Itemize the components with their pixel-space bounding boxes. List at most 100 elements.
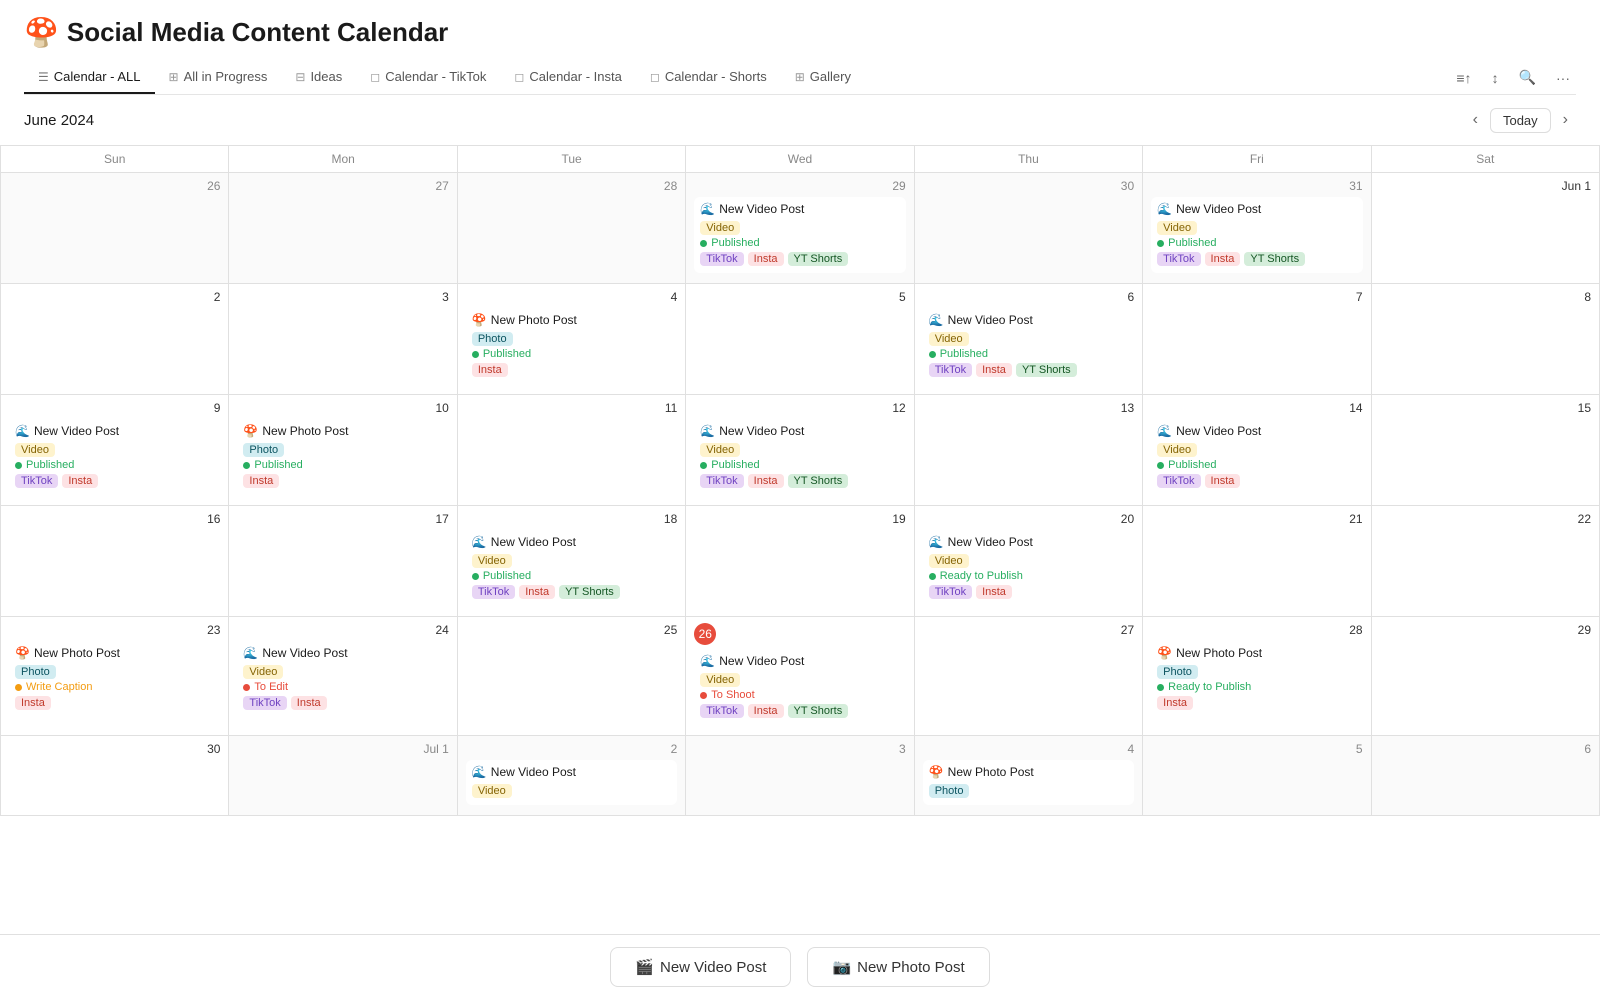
event-card-5-4-0[interactable]: 🍄 New Photo PostPhoto — [923, 760, 1134, 805]
platform-tag-tiktok: TikTok — [1157, 474, 1200, 488]
calendar-cell-3-5[interactable]: 21 — [1143, 506, 1371, 617]
status-dot — [472, 573, 479, 580]
today-button[interactable]: Today — [1490, 108, 1551, 133]
calendar-cell-2-1[interactable]: 10🍄 New Photo PostPhotoPublishedInsta — [229, 395, 457, 506]
tab-all-in-progress[interactable]: ⊞ All in Progress — [155, 61, 282, 94]
calendar-cell-4-2[interactable]: 25 — [458, 617, 686, 736]
next-month-button[interactable]: › — [1555, 107, 1576, 133]
event-card-4-0-0[interactable]: 🍄 New Photo PostPhotoWrite CaptionInsta — [9, 641, 220, 717]
calendar-cell-2-5[interactable]: 14🌊 New Video PostVideoPublishedTikTokIn… — [1143, 395, 1371, 506]
calendar-cell-5-2[interactable]: 2🌊 New Video PostVideo — [458, 736, 686, 816]
calendar-cell-5-1[interactable]: Jul 1 — [229, 736, 457, 816]
calendar-cell-1-1[interactable]: 3 — [229, 284, 457, 395]
event-title: 🌊 New Video Post — [700, 202, 899, 216]
calendar-cell-5-4[interactable]: 4🍄 New Photo PostPhoto — [915, 736, 1143, 816]
platform-tag-yt-shorts: YT Shorts — [559, 585, 620, 599]
event-card-2-0-0[interactable]: 🌊 New Video PostVideoPublishedTikTokInst… — [9, 419, 220, 495]
calendar-cell-0-4[interactable]: 30 — [915, 173, 1143, 284]
status-dot — [15, 462, 22, 469]
calendar-cell-2-2[interactable]: 11 — [458, 395, 686, 506]
tab-calendar-all[interactable]: ☰ Calendar - ALL — [24, 61, 155, 94]
calendar-grid: Sun Mon Tue Wed Thu Fri Sat 26272829🌊 Ne… — [0, 145, 1600, 816]
platform-tag-yt-shorts: YT Shorts — [1016, 363, 1077, 377]
calendar-cell-0-5[interactable]: 31🌊 New Video PostVideoPublishedTikTokIn… — [1143, 173, 1371, 284]
calendar-cell-4-3[interactable]: 26🌊 New Video PostVideoTo ShootTikTokIns… — [686, 617, 914, 736]
calendar-cell-3-0[interactable]: 16 — [1, 506, 229, 617]
status-text: Published — [26, 459, 74, 471]
calendar-cell-0-6[interactable]: Jun 1 — [1372, 173, 1600, 284]
calendar-cell-5-3[interactable]: 3 — [686, 736, 914, 816]
calendar-cell-3-2[interactable]: 18🌊 New Video PostVideoPublishedTikTokIn… — [458, 506, 686, 617]
event-type-tag: Photo — [15, 663, 214, 681]
tab-calendar-tiktok[interactable]: ◻ Calendar - TikTok — [356, 61, 500, 94]
event-card-3-2-0[interactable]: 🌊 New Video PostVideoPublishedTikTokInst… — [466, 530, 677, 606]
calendar-cell-1-0[interactable]: 2 — [1, 284, 229, 395]
calendar-cell-0-0[interactable]: 26 — [1, 173, 229, 284]
status-text: Published — [711, 459, 759, 471]
prev-month-button[interactable]: ‹ — [1465, 107, 1486, 133]
day-number: 27 — [923, 623, 1134, 637]
calendar-cell-1-3[interactable]: 5 — [686, 284, 914, 395]
event-card-0-5-0[interactable]: 🌊 New Video PostVideoPublishedTikTokInst… — [1151, 197, 1362, 273]
calendar-cell-0-3[interactable]: 29🌊 New Video PostVideoPublishedTikTokIn… — [686, 173, 914, 284]
calendar-cell-5-0[interactable]: 30 — [1, 736, 229, 816]
calendar-cell-1-6[interactable]: 8 — [1372, 284, 1600, 395]
event-card-0-3-0[interactable]: 🌊 New Video PostVideoPublishedTikTokInst… — [694, 197, 905, 273]
search-button[interactable]: 🔍 — [1513, 65, 1542, 90]
calendar-cell-3-4[interactable]: 20🌊 New Video PostVideoReady to PublishT… — [915, 506, 1143, 617]
tab-ideas[interactable]: ⊟ Ideas — [281, 61, 356, 94]
tab-calendar-insta[interactable]: ◻ Calendar - Insta — [500, 61, 635, 94]
tab-gallery[interactable]: ⊞ Gallery — [781, 61, 865, 94]
calendar-cell-4-6[interactable]: 29 — [1372, 617, 1600, 736]
calendar-cell-2-3[interactable]: 12🌊 New Video PostVideoPublishedTikTokIn… — [686, 395, 914, 506]
event-card-1-2-0[interactable]: 🍄 New Photo PostPhotoPublishedInsta — [466, 308, 677, 384]
event-card-2-5-0[interactable]: 🌊 New Video PostVideoPublishedTikTokInst… — [1151, 419, 1362, 495]
more-options-button[interactable]: ··· — [1550, 66, 1576, 90]
event-card-3-4-0[interactable]: 🌊 New Video PostVideoReady to PublishTik… — [923, 530, 1134, 606]
status-dot — [15, 684, 22, 691]
tab-icon-calendar-shorts: ◻ — [650, 70, 660, 84]
platform-tag-yt-shorts: YT Shorts — [788, 474, 849, 488]
calendar-cell-4-4[interactable]: 27 — [915, 617, 1143, 736]
event-card-2-3-0[interactable]: 🌊 New Video PostVideoPublishedTikTokInst… — [694, 419, 905, 495]
calendar-cell-4-1[interactable]: 24🌊 New Video PostVideoTo EditTikTokInst… — [229, 617, 457, 736]
status-dot — [1157, 684, 1164, 691]
calendar-cell-4-5[interactable]: 28🍄 New Photo PostPhotoReady to PublishI… — [1143, 617, 1371, 736]
event-title: 🌊 New Video Post — [1157, 202, 1356, 216]
calendar-cell-0-1[interactable]: 27 — [229, 173, 457, 284]
event-card-4-1-0[interactable]: 🌊 New Video PostVideoTo EditTikTokInsta — [237, 641, 448, 717]
day-number: 6 — [923, 290, 1134, 304]
platform-tag-tiktok: TikTok — [700, 474, 743, 488]
filter-button[interactable]: ≡↑ — [1450, 66, 1477, 90]
calendar-cell-3-3[interactable]: 19 — [686, 506, 914, 617]
tab-calendar-shorts[interactable]: ◻ Calendar - Shorts — [636, 61, 781, 94]
new-photo-post-button[interactable]: 📷 New Photo Post — [807, 947, 989, 987]
calendar-cell-2-0[interactable]: 9🌊 New Video PostVideoPublishedTikTokIns… — [1, 395, 229, 506]
calendar-cell-1-4[interactable]: 6 🌊 New Video PostVideoPublishedTikTokIns… — [915, 284, 1143, 395]
event-emoji: 🌊 — [15, 424, 30, 438]
platform-tag-insta: Insta — [243, 474, 279, 488]
calendar-cell-5-6[interactable]: 6 — [1372, 736, 1600, 816]
calendar-cell-2-6[interactable]: 15 — [1372, 395, 1600, 506]
calendar-cell-3-1[interactable]: 17 — [229, 506, 457, 617]
event-card-4-5-0[interactable]: 🍄 New Photo PostPhotoReady to PublishIns… — [1151, 641, 1362, 717]
calendar-cell-4-0[interactable]: 23🍄 New Photo PostPhotoWrite CaptionInst… — [1, 617, 229, 736]
calendar-cell-5-5[interactable]: 5 — [1143, 736, 1371, 816]
new-video-post-button[interactable]: 🎬 New Video Post — [610, 947, 791, 987]
calendar-cell-1-5[interactable]: 7 — [1143, 284, 1371, 395]
day-number: 30 — [9, 742, 220, 756]
sort-button[interactable]: ↕ — [1486, 66, 1505, 90]
event-emoji: 🌊 — [472, 535, 487, 549]
calendar-cell-2-4[interactable]: 13 — [915, 395, 1143, 506]
calendar-cell-3-6[interactable]: 22 — [1372, 506, 1600, 617]
event-card-2-1-0[interactable]: 🍄 New Photo PostPhotoPublishedInsta — [237, 419, 448, 495]
status-text: Published — [483, 348, 531, 360]
calendar-cell-1-2[interactable]: 4🍄 New Photo PostPhotoPublishedInsta — [458, 284, 686, 395]
event-card-4-3-0[interactable]: 🌊 New Video PostVideoTo ShootTikTokInsta… — [694, 649, 905, 725]
event-title-text: New Video Post — [948, 313, 1033, 327]
event-card-1-4-0[interactable]: 🌊 New Video PostVideoPublishedTikTokInst… — [923, 308, 1134, 384]
event-title: 🌊 New Video Post — [1157, 424, 1356, 438]
platform-tag-insta: Insta — [1205, 252, 1241, 266]
event-card-5-2-0[interactable]: 🌊 New Video PostVideo — [466, 760, 677, 805]
calendar-cell-0-2[interactable]: 28 — [458, 173, 686, 284]
